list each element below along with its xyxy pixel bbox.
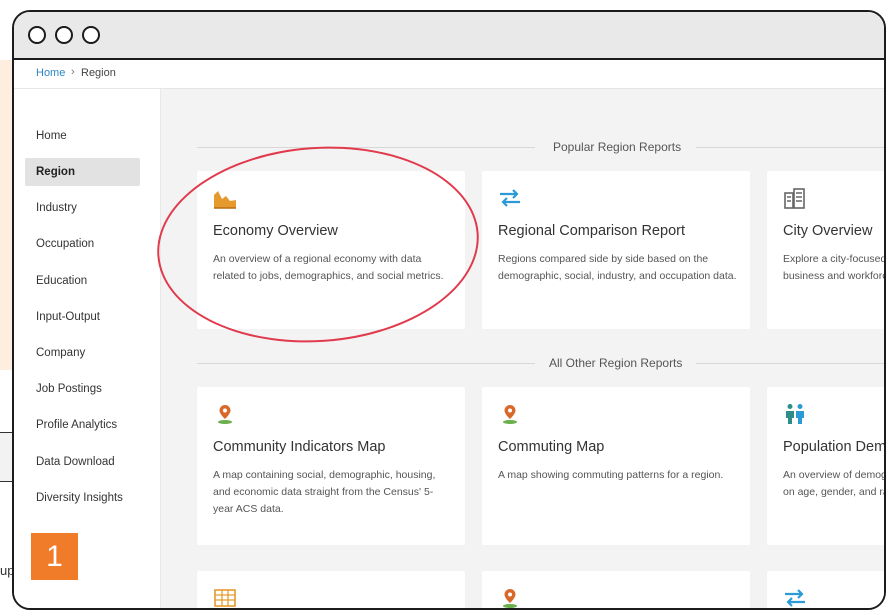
city-buildings-icon <box>783 187 807 209</box>
sidebar-item-label: Region <box>36 166 75 178</box>
sidebar-item-profile-analytics[interactable]: Profile Analytics <box>25 411 140 439</box>
section-title-other: All Other Region Reports <box>549 356 683 370</box>
sidebar-item-label: Diversity Insights <box>36 492 123 504</box>
card-title: Community Indicators Map <box>213 439 386 455</box>
sidebar-item-input-output[interactable]: Input-Output <box>25 303 140 331</box>
report-card-economy-overview[interactable]: Economy Overview An overview of a region… <box>197 171 465 329</box>
report-card-partial[interactable] <box>482 571 750 608</box>
report-card-community-indicators-map[interactable]: Community Indicators Map A map containin… <box>197 387 465 545</box>
section-divider <box>696 363 884 364</box>
section-title-popular: Popular Region Reports <box>553 140 682 154</box>
section-divider <box>197 147 535 148</box>
title-bar <box>14 12 884 60</box>
sidebar-item-company[interactable]: Company <box>25 339 140 367</box>
card-description: A map containing social, demographic, ho… <box>213 469 436 515</box>
sidebar-item-label: Occupation <box>36 238 95 250</box>
sidebar-item-label: Profile Analytics <box>36 419 118 431</box>
card-title: Commuting Map <box>498 439 605 455</box>
step-number-badge: 1 <box>31 533 78 580</box>
sidebar-item-industry[interactable]: Industry <box>25 194 140 222</box>
card-title: Economy Overview <box>213 223 338 239</box>
compare-arrows-icon <box>783 587 807 608</box>
report-card-population-demographics[interactable]: Population Demographics An overview of d… <box>767 387 884 545</box>
card-title: Population Demographics <box>783 439 884 455</box>
window-dot-minimize[interactable] <box>55 26 73 44</box>
window-dot-close[interactable] <box>28 26 46 44</box>
breadcrumb-separator-icon: › <box>71 66 75 78</box>
map-pin-icon <box>498 403 522 425</box>
card-title: Regional Comparison Report <box>498 223 685 239</box>
people-icon <box>783 403 807 425</box>
compare-arrows-icon <box>498 187 522 209</box>
sidebar-item-label: Home <box>36 130 67 142</box>
report-card-partial[interactable] <box>767 571 884 608</box>
card-title: City Overview <box>783 223 873 239</box>
sidebar-item-occupation[interactable]: Occupation <box>25 230 140 258</box>
sidebar-item-label: Input-Output <box>36 311 100 323</box>
sidebar-item-label: Company <box>36 347 86 359</box>
report-card-partial[interactable] <box>197 571 465 608</box>
breadcrumb: Home › Region <box>14 60 884 89</box>
breadcrumb-current: Region <box>81 67 116 79</box>
sidebar: Home Region Industry Occupation Educatio… <box>14 89 161 608</box>
sidebar-item-data-download[interactable]: Data Download <box>25 448 140 476</box>
section-divider <box>696 147 884 148</box>
report-card-commuting-map[interactable]: Commuting Map A map showing commuting pa… <box>482 387 750 545</box>
map-pin-icon <box>213 403 237 425</box>
sidebar-item-education[interactable]: Education <box>25 267 140 295</box>
window-dot-maximize[interactable] <box>82 26 100 44</box>
card-description: Regions compared side by side based on t… <box>498 253 737 282</box>
table-icon <box>213 587 237 608</box>
card-description: An overview of a regional economy with d… <box>213 253 444 282</box>
sidebar-item-region[interactable]: Region <box>25 158 140 186</box>
sidebar-item-label: Industry <box>36 202 77 214</box>
sidebar-item-label: Education <box>36 275 88 287</box>
breadcrumb-home-link[interactable]: Home <box>36 67 65 79</box>
sidebar-item-home[interactable]: Home <box>25 122 140 150</box>
area-chart-icon <box>213 187 237 209</box>
card-description: An overview of demographics in a region … <box>783 469 884 498</box>
card-description: A map showing commuting patterns for a r… <box>498 469 724 481</box>
main-content: Popular Region Reports Economy Overview … <box>161 89 884 608</box>
sidebar-item-label: Job Postings <box>36 383 102 395</box>
sidebar-item-job-postings[interactable]: Job Postings <box>25 375 140 403</box>
map-pin-icon <box>498 587 522 608</box>
sidebar-item-diversity-insights[interactable]: Diversity Insights <box>25 484 140 512</box>
card-description: Explore a city-focused view featuring da… <box>783 253 884 282</box>
browser-window: Home › Region Home Region Industry Occup… <box>12 10 886 610</box>
report-card-regional-comparison[interactable]: Regional Comparison Report Regions compa… <box>482 171 750 329</box>
report-card-city-overview[interactable]: City Overview Explore a city-focused vie… <box>767 171 884 329</box>
section-divider <box>197 363 535 364</box>
sidebar-item-label: Data Download <box>36 456 115 468</box>
